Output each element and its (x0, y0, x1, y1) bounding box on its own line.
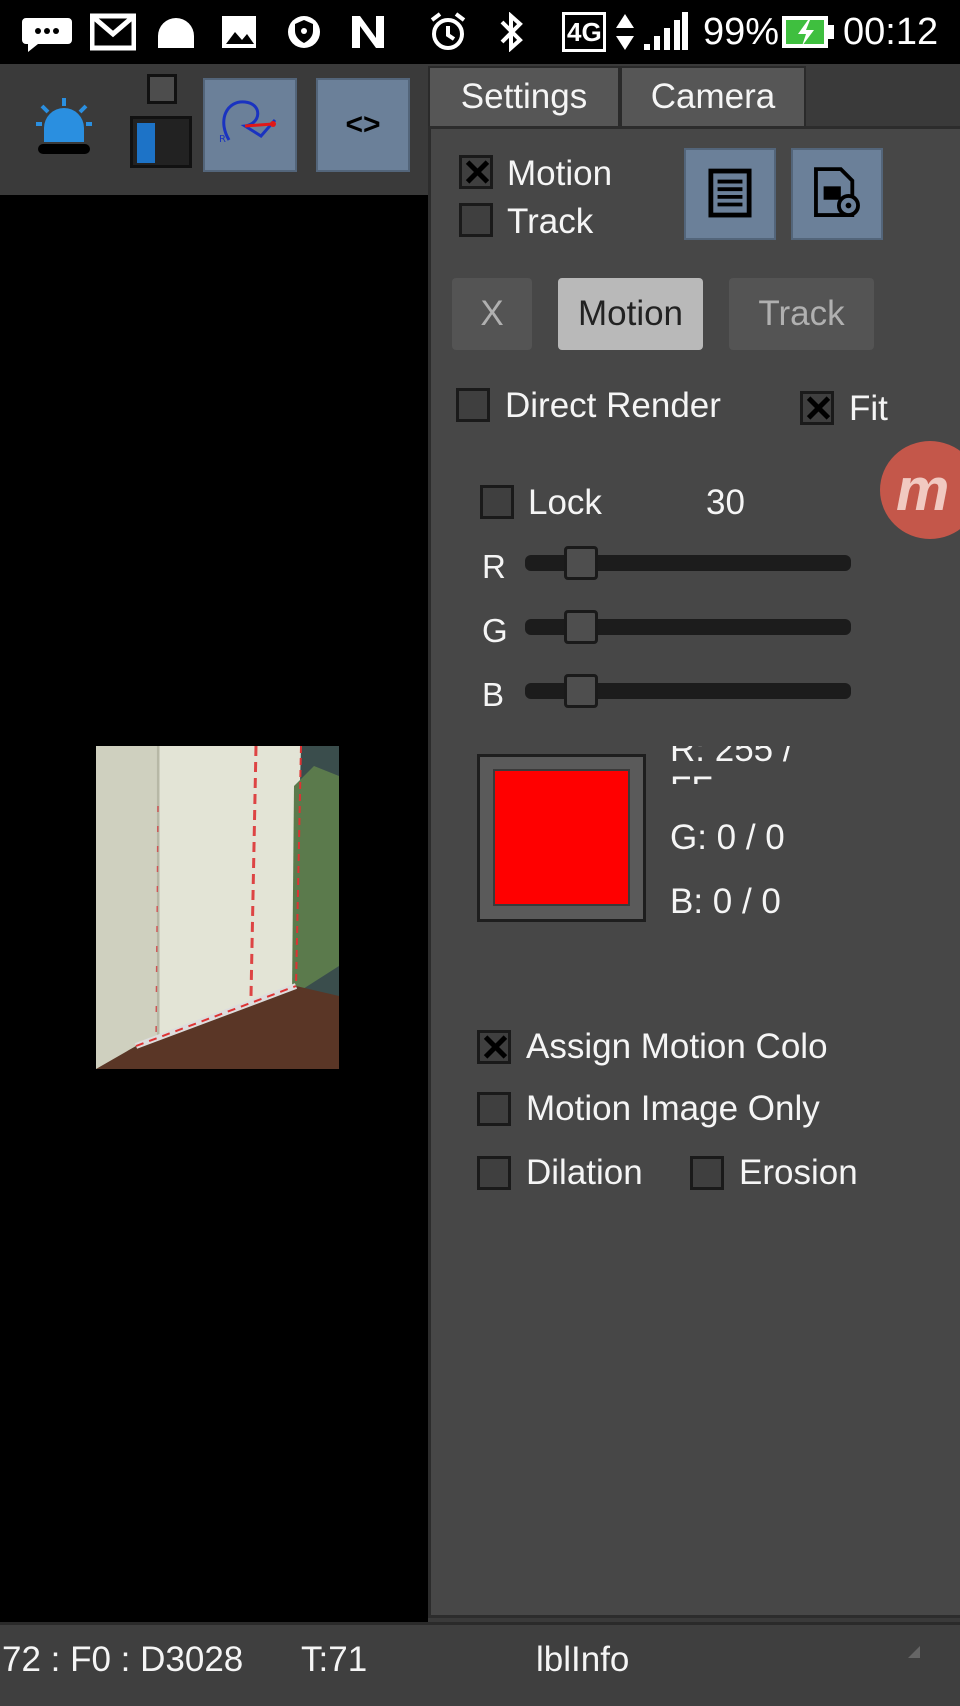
slider-b-thumb[interactable] (563, 674, 598, 708)
mode-track-button[interactable]: Track (729, 278, 874, 350)
fit-checkbox[interactable] (800, 391, 834, 425)
assign-motion-color-clip: Assign Motion Colo (526, 1027, 834, 1071)
file-settings-icon (814, 167, 860, 217)
mail-icon (90, 13, 136, 51)
fit-label: Fit (849, 389, 888, 428)
clock: 00:12 (843, 11, 939, 53)
lock-checkbox[interactable] (480, 485, 514, 519)
slider-g-thumb[interactable] (563, 610, 598, 644)
status-bar: 4G 99% 00:12 (0, 0, 960, 64)
slider-r-thumb[interactable] (563, 546, 598, 580)
slider-g-label: G (482, 612, 508, 649)
track-checkbox-label: Track (507, 202, 594, 241)
resize-grip-icon (908, 1646, 920, 1658)
mode-motion-button[interactable]: Motion (558, 278, 703, 350)
svg-text:R: R (219, 134, 226, 145)
assign-motion-color-checkbox[interactable] (477, 1030, 511, 1064)
rgb-r-value: R: 255 / FF (670, 746, 793, 784)
motion-image-only-checkbox[interactable] (477, 1092, 511, 1126)
image-icon (222, 16, 256, 48)
battery-charging-icon (782, 16, 834, 48)
shield-icon (288, 16, 320, 48)
rgb-r-clip: R: 255 / FF (670, 746, 830, 784)
network-4g-icon: 4G (562, 12, 606, 52)
rgb-b-value: B: 0 / 0 (670, 882, 781, 921)
dilation-checkbox[interactable] (477, 1156, 511, 1190)
motion-checkbox[interactable] (459, 155, 493, 189)
network-label: 4G (567, 17, 602, 47)
motion-checkbox-label: Motion (507, 154, 613, 193)
direct-render-label: Direct Render (505, 386, 721, 425)
camera-preview-image (96, 746, 339, 1069)
toggle-fill (137, 123, 155, 163)
app-logo-icon: R (219, 100, 277, 145)
list-document-icon (708, 168, 752, 218)
android-icon (158, 18, 194, 48)
slider-r-label: R (482, 548, 506, 585)
dilation-label: Dilation (526, 1153, 643, 1192)
rgb-g-value: G: 0 / 0 (670, 818, 785, 857)
info-label: lblInfo (536, 1640, 630, 1679)
data-arrows-icon (616, 14, 634, 50)
direct-render-checkbox[interactable] (456, 388, 490, 422)
floating-badge-letter: m (896, 456, 950, 523)
color-swatch-frame (477, 754, 646, 922)
track-checkbox[interactable] (459, 203, 493, 237)
color-swatch (493, 769, 630, 906)
code-button[interactable]: <> (316, 78, 410, 172)
lock-label: Lock (528, 483, 602, 522)
tab-settings[interactable]: Settings (428, 66, 620, 126)
alarm-siren-icon[interactable] (34, 96, 94, 158)
motion-image-only-clip: Motion Image Only (526, 1089, 834, 1133)
n-icon (352, 16, 384, 48)
camera-preview (96, 746, 339, 1069)
battery-percent: 99% (703, 11, 780, 53)
settings-file-button[interactable] (791, 148, 883, 240)
toggle-switch[interactable] (130, 74, 192, 170)
erosion-checkbox[interactable] (690, 1156, 724, 1190)
time-info: T:71 (301, 1640, 368, 1679)
mode-x-button[interactable]: X (452, 278, 532, 350)
lock-value: 30 (706, 483, 745, 522)
slider-b-label: B (482, 676, 505, 713)
assign-motion-color-label: Assign Motion Colo (526, 1027, 828, 1066)
alarm-icon (430, 12, 466, 50)
motion-image-only-label: Motion Image Only (526, 1089, 820, 1128)
chat-icon (22, 18, 72, 52)
list-button[interactable] (684, 148, 776, 240)
code-button-label: <> (345, 108, 381, 141)
frame-info: 72 : F0 : D3028 (2, 1640, 244, 1679)
toggle-knob (147, 74, 177, 104)
tab-camera[interactable]: Camera (620, 66, 806, 126)
signal-icon (644, 12, 688, 50)
erosion-label: Erosion (739, 1153, 858, 1192)
toggle-track (130, 116, 192, 168)
logo-button[interactable]: R (203, 78, 297, 172)
bluetooth-icon (500, 12, 523, 52)
